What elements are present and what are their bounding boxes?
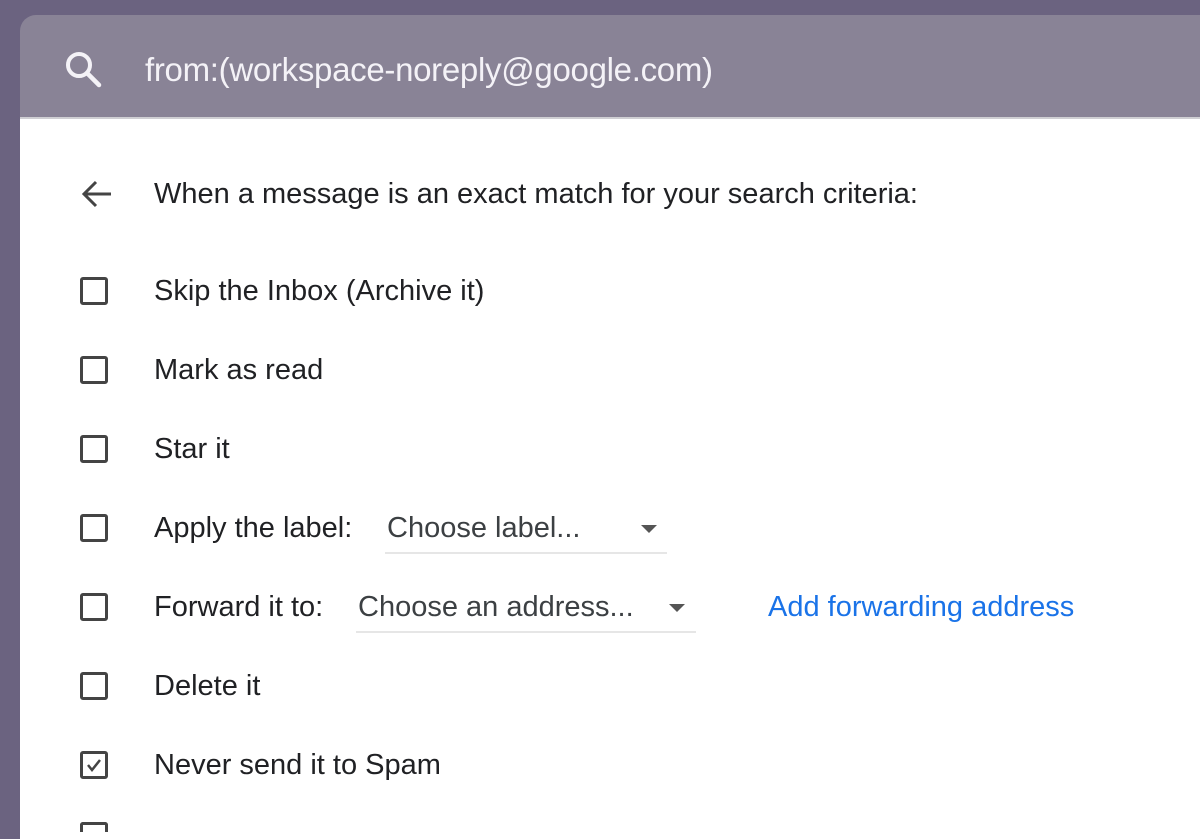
option-label: Forward it to: [154,591,324,623]
option-label: Never send it to Spam [154,749,441,781]
address-select-value: Choose an address... [358,591,634,623]
delete-it-checkbox[interactable] [80,672,108,700]
option-label: Delete it [154,670,261,702]
dropdown-caret-icon [669,604,685,612]
search-icon[interactable] [62,48,106,92]
arrow-left-icon[interactable] [80,178,114,210]
label-select[interactable]: Choose label... [385,508,667,554]
label-select-value: Choose label... [387,512,581,544]
filter-heading: When a message is an exact match for you… [154,178,918,210]
search-input[interactable]: from:(workspace-noreply@google.com) [145,48,713,92]
apply-label-checkbox[interactable] [80,514,108,542]
filter-panel [20,117,1200,839]
forward-checkbox[interactable] [80,593,108,621]
option-label: Star it [154,433,230,465]
skip-inbox-checkbox[interactable] [80,277,108,305]
never-spam-checkbox[interactable] [80,751,108,779]
dropdown-caret-icon [641,525,657,533]
star-it-checkbox[interactable] [80,435,108,463]
option-label: Skip the Inbox (Archive it) [154,275,485,307]
checkmark-icon [87,759,101,773]
option-label: Mark as read [154,354,324,386]
address-select[interactable]: Choose an address... [356,587,696,633]
mark-as-read-checkbox[interactable] [80,356,108,384]
add-forwarding-address-link[interactable]: Add forwarding address [768,587,1074,627]
next-option-checkbox[interactable] [80,822,108,832]
option-label: Apply the label: [154,512,353,544]
